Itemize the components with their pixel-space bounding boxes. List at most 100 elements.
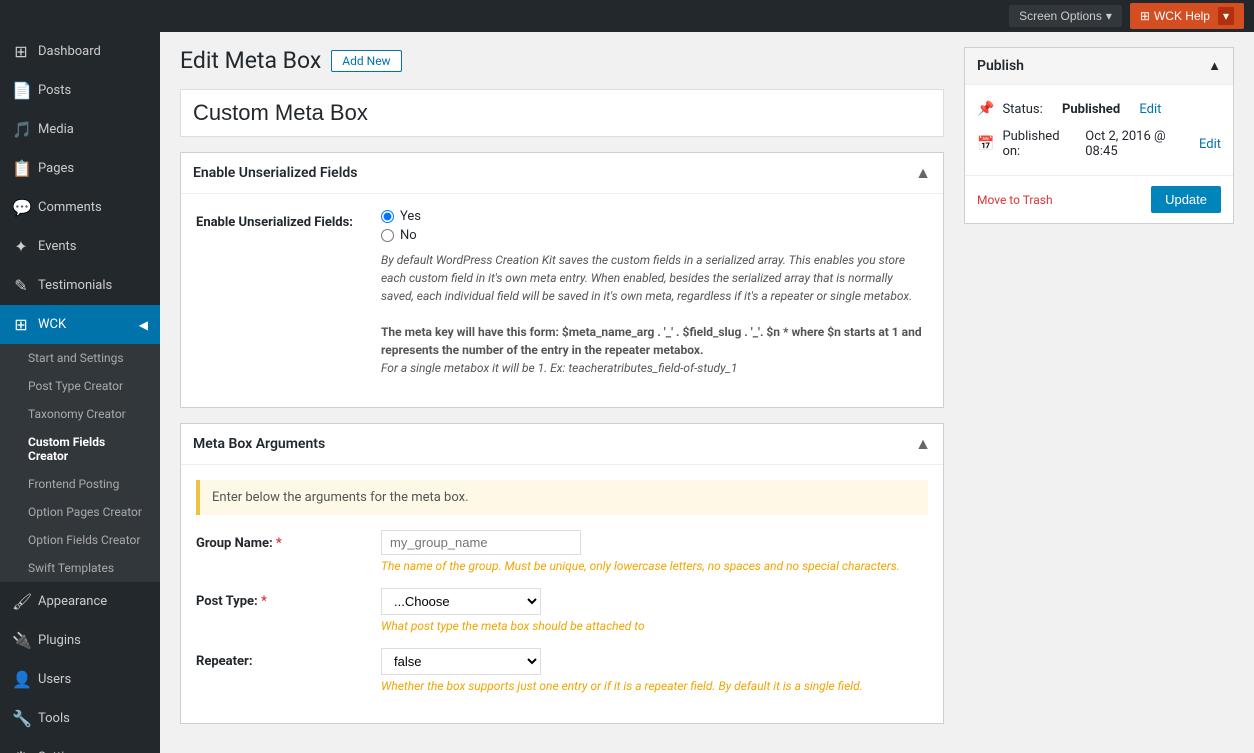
- sidebar-label-events: Events: [38, 239, 76, 254]
- unserialized-desc-text: By default WordPress Creation Kit saves …: [381, 253, 912, 303]
- wck-submenu: Start and Settings Post Type Creator Tax…: [0, 344, 160, 582]
- radio-yes-option[interactable]: Yes: [381, 209, 928, 224]
- unserialized-fields-panel-header[interactable]: Enable Unserialized Fields ▲: [181, 153, 943, 194]
- wck-help-label: WCK Help: [1154, 9, 1210, 23]
- sidebar-label-comments: Comments: [38, 200, 102, 215]
- sidebar-label-plugins: Plugins: [38, 633, 81, 648]
- top-bar: Screen Options ▾ ⊞ WCK Help ▾: [0, 0, 1254, 32]
- wck-collapse-arrow: ◀: [139, 318, 148, 332]
- sidebar-label-testimonials: Testimonials: [38, 278, 112, 293]
- wck-help-button[interactable]: ⊞ WCK Help ▾: [1130, 3, 1244, 29]
- sidebar-item-pages[interactable]: 📋 Pages: [0, 149, 160, 188]
- sidebar-item-appearance[interactable]: 🖌 Appearance: [0, 582, 160, 621]
- radio-yes-label: Yes: [400, 209, 421, 224]
- settings-icon: ⚙: [12, 748, 30, 753]
- sidebar-item-posts[interactable]: 📄 Posts: [0, 71, 160, 110]
- sidebar-label-appearance: Appearance: [38, 594, 107, 609]
- sidebar-item-dashboard[interactable]: ⊞ Dashboard: [0, 32, 160, 71]
- sidebar-label-users: Users: [38, 672, 71, 687]
- sidebar-label-tools: Tools: [38, 711, 70, 726]
- published-edit-link[interactable]: Edit: [1199, 137, 1221, 152]
- unserialized-fields-panel-title: Enable Unserialized Fields: [193, 165, 357, 181]
- testimonials-icon: ✎: [12, 276, 30, 295]
- submenu-custom-fields-creator[interactable]: Custom Fields Creator: [0, 428, 160, 470]
- screen-options-button[interactable]: Screen Options ▾: [1009, 5, 1122, 27]
- unserialized-fields-panel-body: Enable Unserialized Fields: Yes No: [181, 194, 943, 407]
- sidebar-item-testimonials[interactable]: ✎ Testimonials: [0, 266, 160, 305]
- status-value: Published: [1062, 102, 1120, 117]
- users-icon: 👤: [12, 670, 30, 689]
- panel-collapse-icon: ▲: [915, 163, 931, 183]
- submenu-start-settings[interactable]: Start and Settings: [0, 344, 160, 372]
- sidebar-item-tools[interactable]: 🔧 Tools: [0, 699, 160, 738]
- publish-collapse-icon[interactable]: ▲: [1208, 58, 1221, 74]
- status-edit-link[interactable]: Edit: [1139, 102, 1161, 117]
- post-type-select[interactable]: ...Choose: [381, 588, 541, 615]
- publish-title: Publish: [977, 58, 1024, 74]
- group-name-input[interactable]: [381, 530, 581, 555]
- sidebar: ⊞ Dashboard 📄 Posts 🎵 Media 📋 Pages 💬 Co…: [0, 32, 160, 753]
- submenu-post-type-creator[interactable]: Post Type Creator: [0, 372, 160, 400]
- submenu-frontend-posting[interactable]: Frontend Posting: [0, 470, 160, 498]
- layout: ⊞ Dashboard 📄 Posts 🎵 Media 📋 Pages 💬 Co…: [0, 32, 1254, 753]
- sidebar-item-comments[interactable]: 💬 Comments: [0, 188, 160, 227]
- unserialized-fields-field: Yes No By default WordPress Creation Kit…: [381, 209, 928, 377]
- sidebar-label-posts: Posts: [38, 83, 71, 98]
- dashboard-icon: ⊞: [12, 42, 30, 61]
- unserialized-example: For a single metabox it will be 1. Ex: t…: [381, 361, 737, 375]
- meta-box-arguments-header[interactable]: Meta Box Arguments ▲: [181, 424, 943, 465]
- move-to-trash-link[interactable]: Move to Trash: [977, 193, 1053, 207]
- repeater-select[interactable]: false: [381, 648, 541, 675]
- group-name-label: Group Name: *: [196, 530, 381, 551]
- repeater-row: Repeater: false Whether the box supports…: [196, 648, 928, 693]
- posts-icon: 📄: [12, 81, 30, 100]
- meta-box-arguments-panel: Meta Box Arguments ▲ Enter below the arg…: [180, 423, 944, 724]
- right-sidebar: Publish ▲ 📌 Status: Published Edit 📅: [964, 47, 1234, 738]
- radio-no-label: No: [400, 228, 417, 243]
- publish-date-row: 📅 Published on: Oct 2, 2016 @ 08:45 Edit: [977, 123, 1221, 165]
- radio-yes-input[interactable]: [381, 210, 394, 223]
- meta-box-arguments-body: Enter below the arguments for the meta b…: [181, 465, 943, 723]
- unserialized-fields-panel: Enable Unserialized Fields ▲ Enable Unse…: [180, 152, 944, 408]
- published-date: Oct 2, 2016 @ 08:45: [1085, 129, 1180, 159]
- submenu-option-fields-creator[interactable]: Option Fields Creator: [0, 526, 160, 554]
- post-type-hint: What post type the meta box should be at…: [381, 619, 928, 633]
- page-heading: Edit Meta Box Add New: [180, 47, 944, 74]
- sidebar-item-users[interactable]: 👤 Users: [0, 660, 160, 699]
- add-new-button[interactable]: Add New: [331, 50, 401, 72]
- update-button[interactable]: Update: [1151, 186, 1221, 213]
- post-type-required: *: [261, 594, 267, 609]
- wck-icon: ⊞: [1140, 9, 1150, 23]
- sidebar-item-plugins[interactable]: 🔌 Plugins: [0, 621, 160, 660]
- post-type-label: Post Type: *: [196, 588, 381, 609]
- group-name-hint: The name of the group. Must be unique, o…: [381, 559, 928, 573]
- radio-no-input[interactable]: [381, 229, 394, 242]
- meta-box-title-input[interactable]: [180, 89, 944, 137]
- submenu-taxonomy-creator[interactable]: Taxonomy Creator: [0, 400, 160, 428]
- sidebar-item-wck[interactable]: ⊞ WCK ◀: [0, 305, 160, 344]
- unserialized-description: By default WordPress Creation Kit saves …: [381, 251, 928, 377]
- repeater-hint: Whether the box supports just one entry …: [381, 679, 928, 693]
- submenu-option-pages-creator[interactable]: Option Pages Creator: [0, 498, 160, 526]
- published-label: Published on:: [1002, 129, 1066, 159]
- sidebar-item-events[interactable]: ✦ Events: [0, 227, 160, 266]
- submenu-swift-templates[interactable]: Swift Templates: [0, 554, 160, 582]
- wck-menu-icon: ⊞: [12, 315, 30, 334]
- sidebar-label-wck: WCK: [38, 317, 66, 332]
- content-area: Edit Meta Box Add New Enable Unserialize…: [180, 47, 944, 738]
- meta-box-arguments-title: Meta Box Arguments: [193, 436, 325, 452]
- sidebar-label-media: Media: [38, 122, 74, 137]
- publish-panel-header: Publish ▲: [965, 48, 1233, 85]
- chevron-down-icon: ▾: [1106, 9, 1112, 23]
- info-box: Enter below the arguments for the meta b…: [196, 480, 928, 515]
- events-icon: ✦: [12, 237, 30, 256]
- media-icon: 🎵: [12, 120, 30, 139]
- radio-no-option[interactable]: No: [381, 228, 928, 243]
- group-name-row: Group Name: * The name of the group. Mus…: [196, 530, 928, 573]
- publish-panel: Publish ▲ 📌 Status: Published Edit 📅: [964, 47, 1234, 224]
- sidebar-label-pages: Pages: [38, 161, 74, 176]
- sidebar-item-media[interactable]: 🎵 Media: [0, 110, 160, 149]
- sidebar-item-settings[interactable]: ⚙ Settings: [0, 738, 160, 753]
- status-label: Status:: [1002, 102, 1042, 117]
- comments-icon: 💬: [12, 198, 30, 217]
